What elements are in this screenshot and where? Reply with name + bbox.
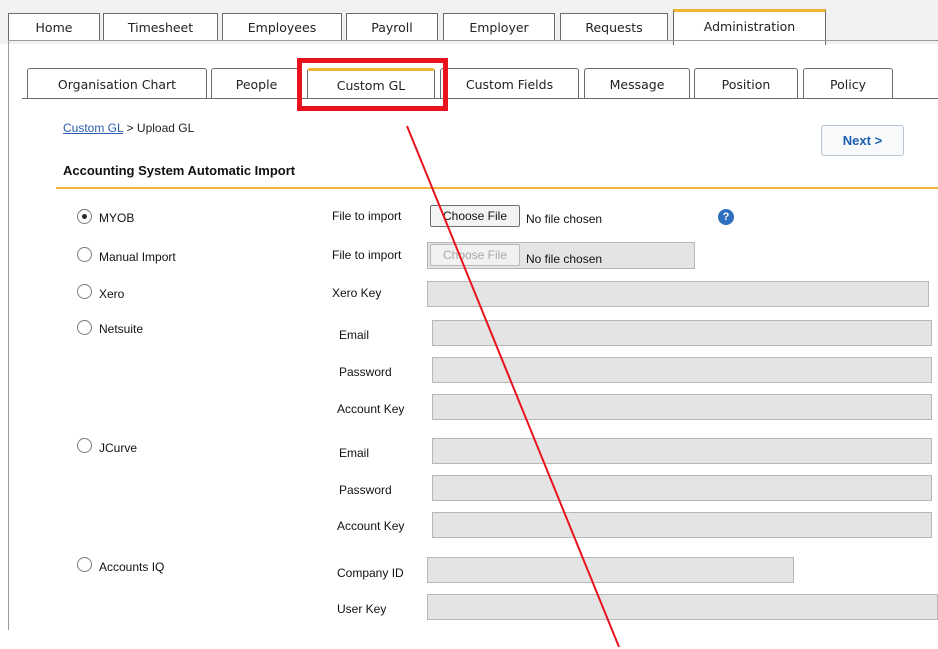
tab-employer[interactable]: Employer xyxy=(443,13,555,41)
radio-label-netsuite: Netsuite xyxy=(99,322,144,336)
jcurve-password-input[interactable] xyxy=(432,475,932,501)
jcurve-account-key-input[interactable] xyxy=(432,512,932,538)
xero-key-input[interactable] xyxy=(427,281,929,307)
company-id-input[interactable] xyxy=(427,557,794,583)
label-xero-key: Xero Key xyxy=(332,286,382,300)
subtab-custom-fields[interactable]: Custom Fields xyxy=(440,68,579,99)
label-password: Password xyxy=(339,483,392,497)
tab-timesheet[interactable]: Timesheet xyxy=(103,13,218,41)
radio-label-manual-import: Manual Import xyxy=(99,250,176,264)
label-email: Email xyxy=(339,446,370,460)
subtab-message[interactable]: Message xyxy=(584,68,690,99)
content-border xyxy=(8,40,9,630)
radio-selected-dot xyxy=(82,214,87,219)
netsuite-password-input[interactable] xyxy=(432,357,932,383)
section-rule xyxy=(56,187,938,189)
radio-label-jcurve: JCurve xyxy=(99,441,138,455)
label-company-id: Company ID xyxy=(337,566,404,580)
subtab-position[interactable]: Position xyxy=(694,68,798,99)
label-email: Email xyxy=(339,328,370,342)
subtab-organisation-chart[interactable]: Organisation Chart xyxy=(27,68,207,99)
choose-file-button-disabled: Choose File xyxy=(430,244,520,266)
radio-netsuite[interactable] xyxy=(77,320,92,335)
tab-divider xyxy=(8,40,938,41)
netsuite-account-key-input[interactable] xyxy=(432,394,932,420)
subtab-policy[interactable]: Policy xyxy=(803,68,893,99)
no-file-text: No file chosen xyxy=(526,212,603,226)
radio-manual-import[interactable] xyxy=(77,247,92,262)
netsuite-email-input[interactable] xyxy=(432,320,932,346)
no-file-text: No file chosen xyxy=(526,252,603,266)
label-account-key: Account Key xyxy=(337,402,405,416)
section-title: Accounting System Automatic Import xyxy=(63,163,296,178)
highlight-box xyxy=(297,58,448,111)
label-file-to-import: File to import xyxy=(332,248,402,262)
next-button[interactable]: Next > xyxy=(821,125,904,156)
subtab-people[interactable]: People xyxy=(211,68,302,99)
user-key-input[interactable] xyxy=(427,594,938,620)
label-user-key: User Key xyxy=(337,602,387,616)
breadcrumb-current: > Upload GL xyxy=(123,121,195,135)
label-account-key: Account Key xyxy=(337,519,405,533)
radio-jcurve[interactable] xyxy=(77,438,92,453)
radio-accounts-iq[interactable] xyxy=(77,557,92,572)
radio-myob[interactable] xyxy=(77,209,92,224)
label-file-to-import: File to import xyxy=(332,209,402,223)
radio-label-xero: Xero xyxy=(99,287,125,301)
radio-xero[interactable] xyxy=(77,284,92,299)
jcurve-email-input[interactable] xyxy=(432,438,932,464)
label-password: Password xyxy=(339,365,392,379)
tab-payroll[interactable]: Payroll xyxy=(346,13,438,41)
choose-file-button[interactable]: Choose File xyxy=(430,205,520,227)
tab-employees[interactable]: Employees xyxy=(222,13,342,41)
radio-label-accounts-iq: Accounts IQ xyxy=(99,560,165,574)
breadcrumb: Custom GL > Upload GL xyxy=(63,121,194,135)
breadcrumb-link-custom-gl[interactable]: Custom GL xyxy=(63,121,123,135)
subtab-divider xyxy=(22,98,938,99)
help-icon[interactable]: ? xyxy=(718,209,734,225)
tab-requests[interactable]: Requests xyxy=(560,13,668,41)
radio-label-myob: MYOB xyxy=(99,211,135,225)
tab-home[interactable]: Home xyxy=(8,13,100,41)
